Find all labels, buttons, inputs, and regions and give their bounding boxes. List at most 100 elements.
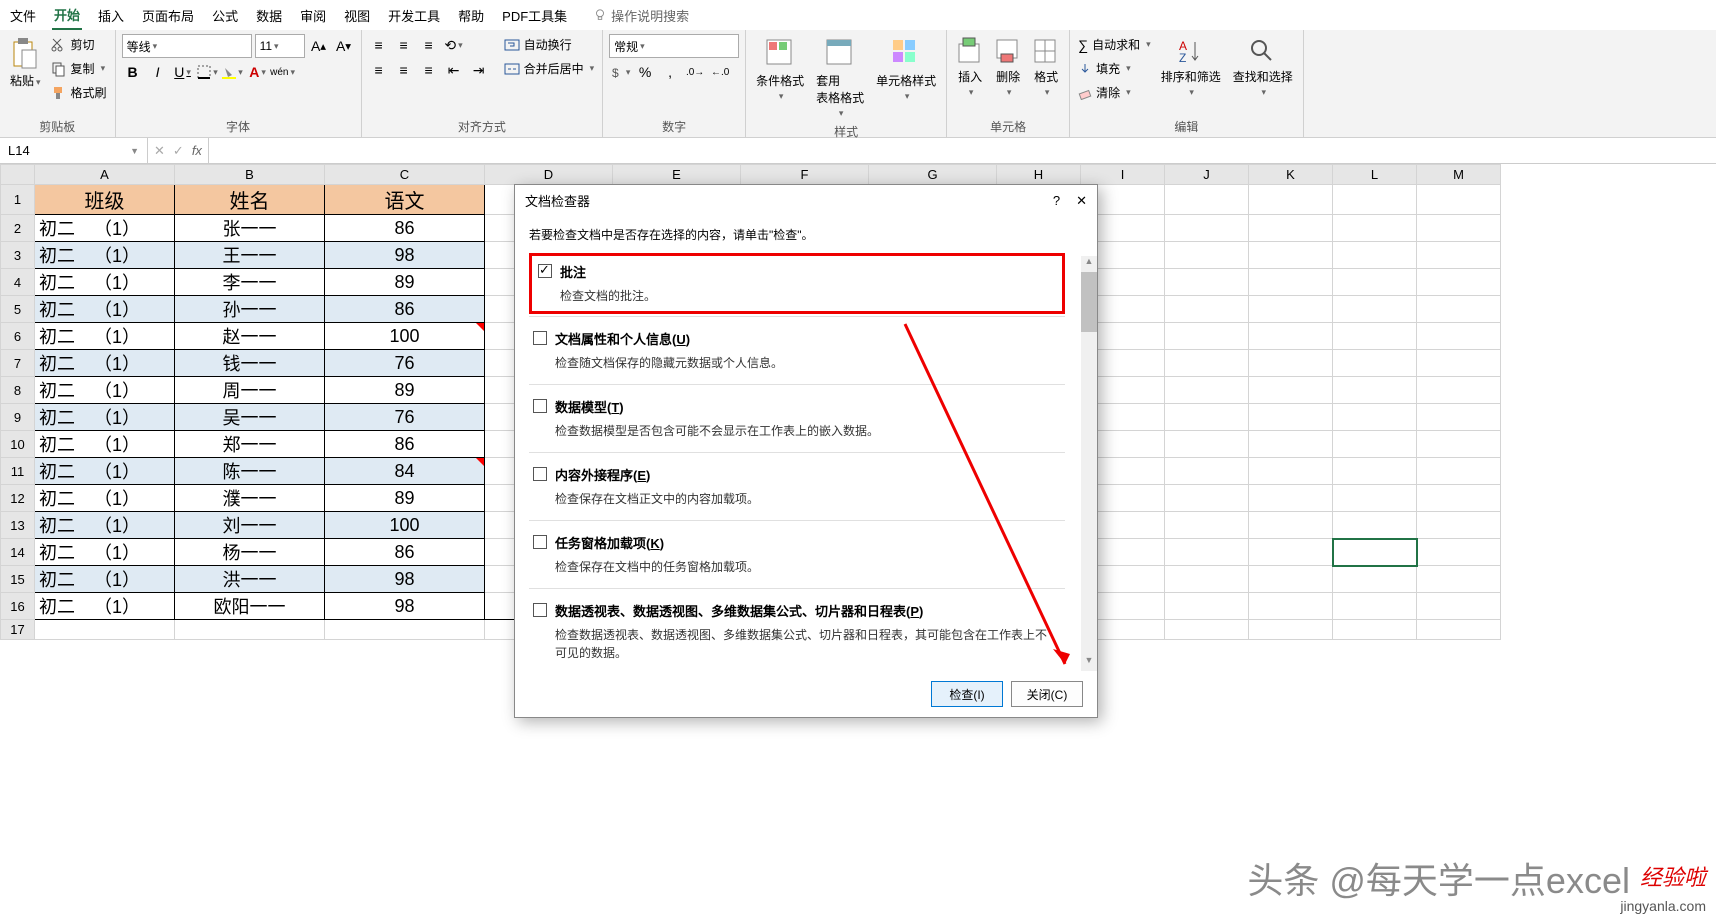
cell[interactable]: 钱一一: [175, 350, 325, 377]
font-name-combo[interactable]: 等线: [122, 34, 252, 58]
cell[interactable]: 86: [325, 296, 485, 323]
menu-formula[interactable]: 公式: [210, 2, 240, 29]
cell[interactable]: 89: [325, 485, 485, 512]
cell[interactable]: [1165, 620, 1249, 640]
cell[interactable]: 赵一一: [175, 323, 325, 350]
tell-me[interactable]: 操作说明搜索: [593, 6, 689, 25]
cell[interactable]: [1417, 458, 1501, 485]
cell[interactable]: 初二（1）: [35, 350, 175, 377]
cell[interactable]: [1333, 593, 1417, 620]
cell[interactable]: [1249, 458, 1333, 485]
cell[interactable]: [1249, 539, 1333, 566]
cell[interactable]: [1249, 185, 1333, 215]
row-header[interactable]: 3: [1, 242, 35, 269]
cell[interactable]: [1249, 215, 1333, 242]
cell[interactable]: 初二（1）: [35, 458, 175, 485]
cell[interactable]: [1417, 620, 1501, 640]
cell[interactable]: [1333, 269, 1417, 296]
cell[interactable]: [1417, 404, 1501, 431]
row-header[interactable]: 11: [1, 458, 35, 485]
scroll-down-icon[interactable]: ▼: [1081, 655, 1097, 671]
row-header[interactable]: 13: [1, 512, 35, 539]
cell[interactable]: [1417, 323, 1501, 350]
cell[interactable]: 86: [325, 539, 485, 566]
cell[interactable]: [1165, 458, 1249, 485]
wrap-text-button[interactable]: 自动换行: [502, 34, 597, 55]
cell[interactable]: [1165, 431, 1249, 458]
cell[interactable]: [1165, 323, 1249, 350]
close-button[interactable]: ✕: [1076, 193, 1087, 209]
cell[interactable]: [1249, 296, 1333, 323]
paste-button[interactable]: 粘贴: [6, 34, 45, 91]
cell[interactable]: [1333, 242, 1417, 269]
formula-input[interactable]: [208, 138, 1716, 163]
cell[interactable]: [1333, 431, 1417, 458]
select-all[interactable]: [1, 165, 35, 185]
cell[interactable]: [1417, 431, 1501, 458]
border-button[interactable]: [197, 61, 219, 83]
cell[interactable]: 初二（1）: [35, 269, 175, 296]
delete-cells-button[interactable]: 删除: [991, 34, 1025, 100]
cell[interactable]: 初二（1）: [35, 215, 175, 242]
name-box[interactable]: L14 ▼: [0, 138, 148, 163]
cell[interactable]: [1333, 485, 1417, 512]
cell[interactable]: [1165, 485, 1249, 512]
cell[interactable]: [1249, 566, 1333, 593]
fx-icon[interactable]: fx: [192, 143, 202, 158]
cell[interactable]: 89: [325, 269, 485, 296]
cell[interactable]: [1417, 512, 1501, 539]
cell[interactable]: [1249, 323, 1333, 350]
menu-dev[interactable]: 开发工具: [386, 2, 442, 29]
format-cells-button[interactable]: 格式: [1029, 34, 1063, 100]
cell[interactable]: [1249, 593, 1333, 620]
clear-button[interactable]: 清除: [1076, 82, 1153, 103]
cell[interactable]: [1417, 185, 1501, 215]
percent-button[interactable]: %: [634, 61, 656, 83]
col-header[interactable]: F: [741, 165, 869, 185]
sort-filter-button[interactable]: AZ排序和筛选: [1157, 34, 1225, 100]
cell[interactable]: [1249, 377, 1333, 404]
increase-font-button[interactable]: A▴: [308, 35, 330, 57]
cell[interactable]: [1165, 566, 1249, 593]
cell[interactable]: [1165, 377, 1249, 404]
cell[interactable]: 郑一一: [175, 431, 325, 458]
col-header[interactable]: E: [613, 165, 741, 185]
cell[interactable]: [1333, 404, 1417, 431]
cell[interactable]: [1249, 350, 1333, 377]
help-button[interactable]: ?: [1053, 193, 1060, 209]
fill-color-button[interactable]: [222, 61, 244, 83]
menu-layout[interactable]: 页面布局: [140, 2, 196, 29]
inspector-checkbox[interactable]: [533, 535, 547, 549]
orientation-button[interactable]: ⟲: [443, 34, 465, 56]
dialog-scrollbar[interactable]: ▲ ▼: [1081, 256, 1097, 671]
decrease-decimal-button[interactable]: ←.0: [709, 61, 731, 83]
merge-center-button[interactable]: 合并后居中: [502, 58, 597, 79]
inspector-checkbox[interactable]: [533, 467, 547, 481]
col-header[interactable]: G: [869, 165, 997, 185]
menu-data[interactable]: 数据: [254, 2, 284, 29]
inspector-checkbox[interactable]: [538, 264, 552, 278]
inspector-checkbox[interactable]: [533, 331, 547, 345]
enter-icon[interactable]: ✓: [173, 143, 184, 159]
cell[interactable]: [1417, 350, 1501, 377]
align-bottom-button[interactable]: ≡: [418, 34, 440, 56]
cell[interactable]: [1333, 512, 1417, 539]
table-header[interactable]: 班级: [35, 185, 175, 215]
align-top-button[interactable]: ≡: [368, 34, 390, 56]
cell[interactable]: [1333, 350, 1417, 377]
number-format-combo[interactable]: 常规: [609, 34, 739, 58]
cell-style-button[interactable]: 单元格样式: [872, 34, 940, 104]
cell[interactable]: 86: [325, 431, 485, 458]
row-header[interactable]: 14: [1, 539, 35, 566]
row-header[interactable]: 5: [1, 296, 35, 323]
row-header[interactable]: 17: [1, 620, 35, 640]
cell[interactable]: 初二（1）: [35, 539, 175, 566]
cell[interactable]: 89: [325, 377, 485, 404]
cell[interactable]: 张一一: [175, 215, 325, 242]
cell[interactable]: [175, 620, 325, 640]
menu-file[interactable]: 文件: [8, 2, 38, 29]
cell[interactable]: [1165, 215, 1249, 242]
cell[interactable]: [1249, 242, 1333, 269]
col-header[interactable]: J: [1165, 165, 1249, 185]
cell[interactable]: [1333, 185, 1417, 215]
